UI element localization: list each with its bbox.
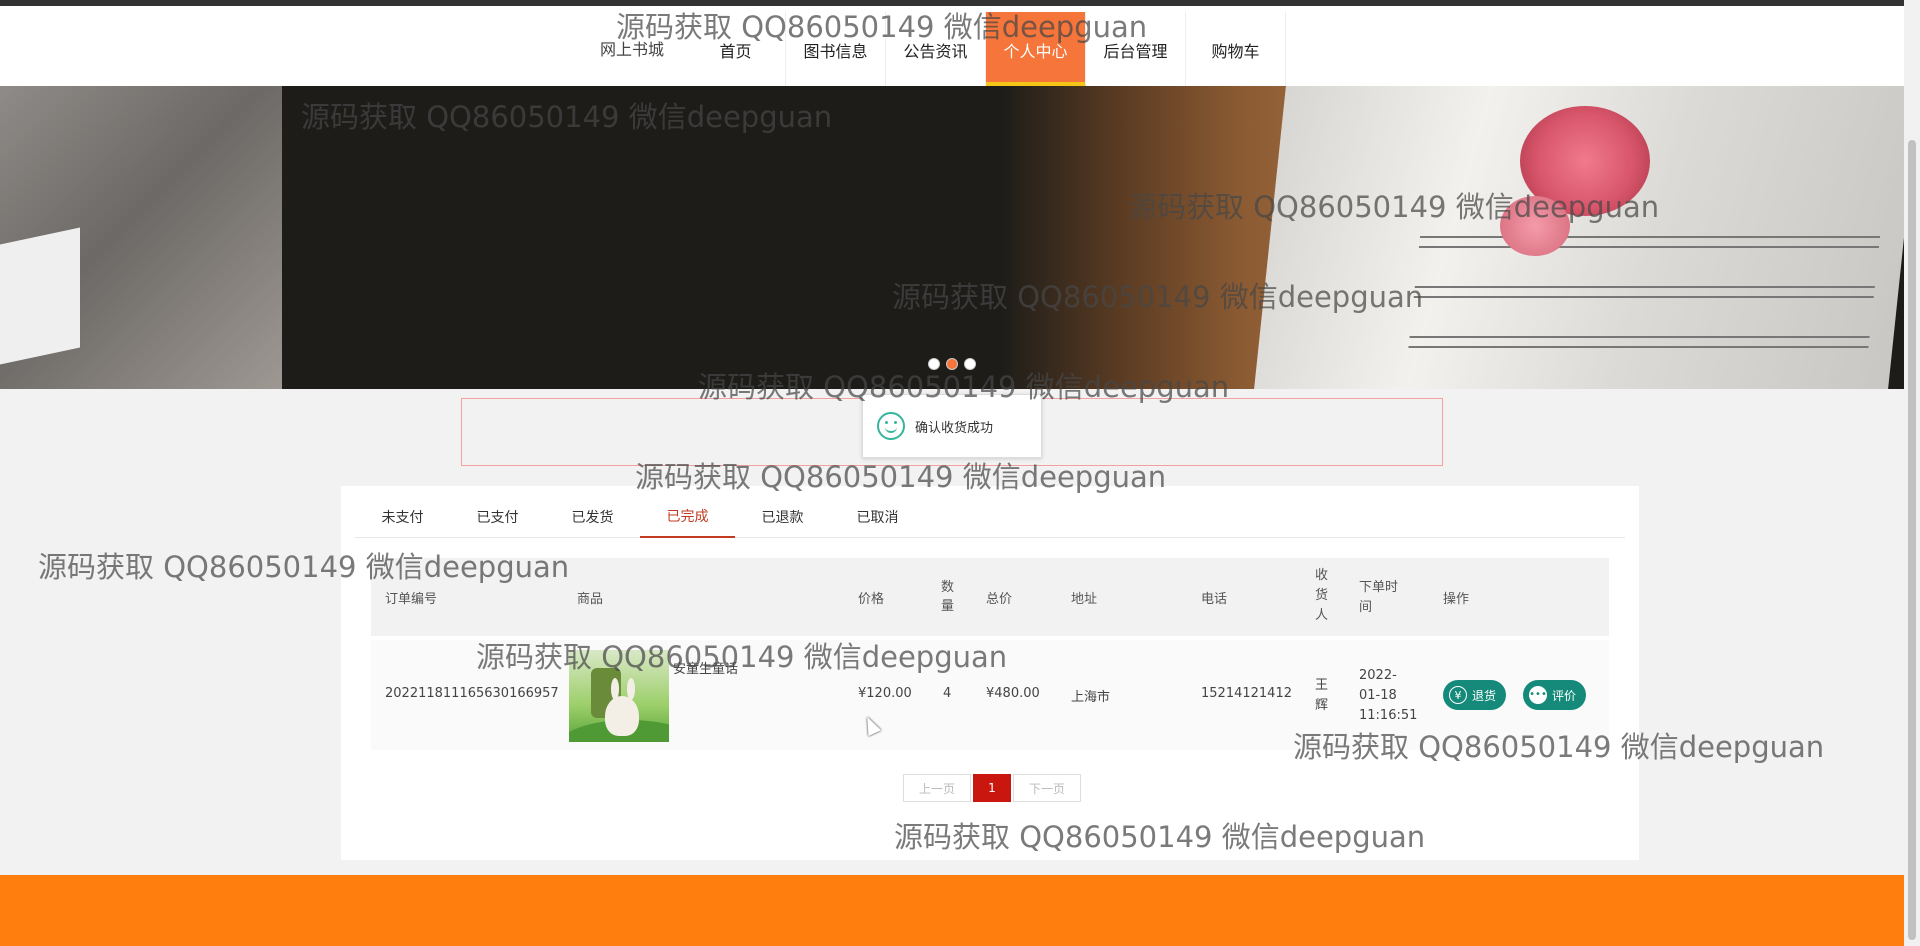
header-product: 商品 [577,592,604,607]
site-brand[interactable]: 网上书城 [600,36,664,60]
yuan-icon: ¥ [1449,686,1467,704]
tab-cancelled[interactable]: 已取消 [830,496,925,538]
toast-message: 确认收货成功 [862,394,1042,458]
header-receiver: 收货人 [1315,568,1329,623]
vertical-scrollbar[interactable] [1904,0,1920,946]
header-total: 总价 [986,592,1013,607]
banner-carousel[interactable] [0,86,1904,389]
flower-decoration [1500,196,1570,256]
scrollbar-thumb[interactable] [1908,140,1916,940]
chat-icon: ••• [1529,686,1547,704]
banner-left-image [0,86,282,389]
qty-value: 4 [943,686,952,701]
book-cover-image[interactable] [569,650,669,742]
table-header: 订单编号 商品 价格 数量 总价 地址 电话 收货人 下单时间 操作 [371,558,1609,636]
header-order-no: 订单编号 [385,592,438,607]
receiver-value: 王辉 [1315,678,1329,713]
table-row: 20221181116563016695​7 安童生童话 ¥120.00 4 ¥… [371,640,1609,750]
header-operations: 操作 [1443,592,1470,607]
tab-shipped[interactable]: 已发货 [545,496,640,538]
carousel-dot[interactable] [964,358,976,370]
tab-unpaid[interactable]: 未支付 [355,496,450,538]
header-qty: 数量 [941,580,955,614]
next-page-button[interactable]: 下一页 [1013,774,1081,802]
prev-page-button[interactable]: 上一页 [903,774,971,802]
carousel-dot-active[interactable] [946,358,958,370]
nav-item-admin[interactable]: 后台管理 [1086,12,1186,90]
carousel-dots [928,358,976,370]
tab-completed[interactable]: 已完成 [640,496,735,538]
banner-dark-area [282,86,1062,389]
product-name[interactable]: 安童生童话 [673,658,738,677]
site-footer [0,875,1904,946]
order-status-tabs: 未支付 已支付 已发货 已完成 已退款 已取消 [355,496,1625,538]
nav-item-home[interactable]: 首页 [686,12,786,90]
orders-panel: 未支付 已支付 已发货 已完成 已退款 已取消 订单编号 商品 价格 数量 总价… [341,486,1639,860]
review-button[interactable]: ••• 评价 [1523,680,1587,710]
total-value: ¥480.00 [986,686,1040,701]
nav-item-news[interactable]: 公告资讯 [886,12,986,90]
header-price: 价格 [858,592,885,607]
current-page-button[interactable]: 1 [973,774,1011,802]
carousel-dot[interactable] [928,358,940,370]
nav-item-user-center[interactable]: 个人中心 [986,12,1086,90]
nav-item-cart[interactable]: 购物车 [1186,12,1286,90]
toast-text: 确认收货成功 [915,420,994,436]
order-time-value: 2022-01-18 11:16:51 [1359,668,1418,723]
address-value: 上海市 [1071,690,1111,705]
phone-value: 15214121412 [1201,686,1292,701]
order-number: 20221181116563016695​7 [385,686,559,701]
price-value: ¥120.00 [858,686,912,701]
tab-paid[interactable]: 已支付 [450,496,545,538]
review-button-label: 评价 [1552,688,1577,703]
return-button[interactable]: ¥ 退货 [1443,680,1507,710]
pagination: 上一页 1 下一页 [903,774,1081,802]
smile-icon [877,412,905,440]
header-phone: 电话 [1201,592,1228,607]
tab-refunded[interactable]: 已退款 [735,496,830,538]
main-nav: 首页 图书信息 公告资讯 个人中心 后台管理 购物车 [686,12,1286,90]
site-header: 网上书城 首页 图书信息 公告资讯 个人中心 后台管理 购物车 [0,6,1904,90]
header-address: 地址 [1071,592,1098,607]
nav-item-books[interactable]: 图书信息 [786,12,886,90]
header-order-time: 下单时间 [1359,580,1399,615]
return-button-label: 退货 [1472,688,1497,703]
